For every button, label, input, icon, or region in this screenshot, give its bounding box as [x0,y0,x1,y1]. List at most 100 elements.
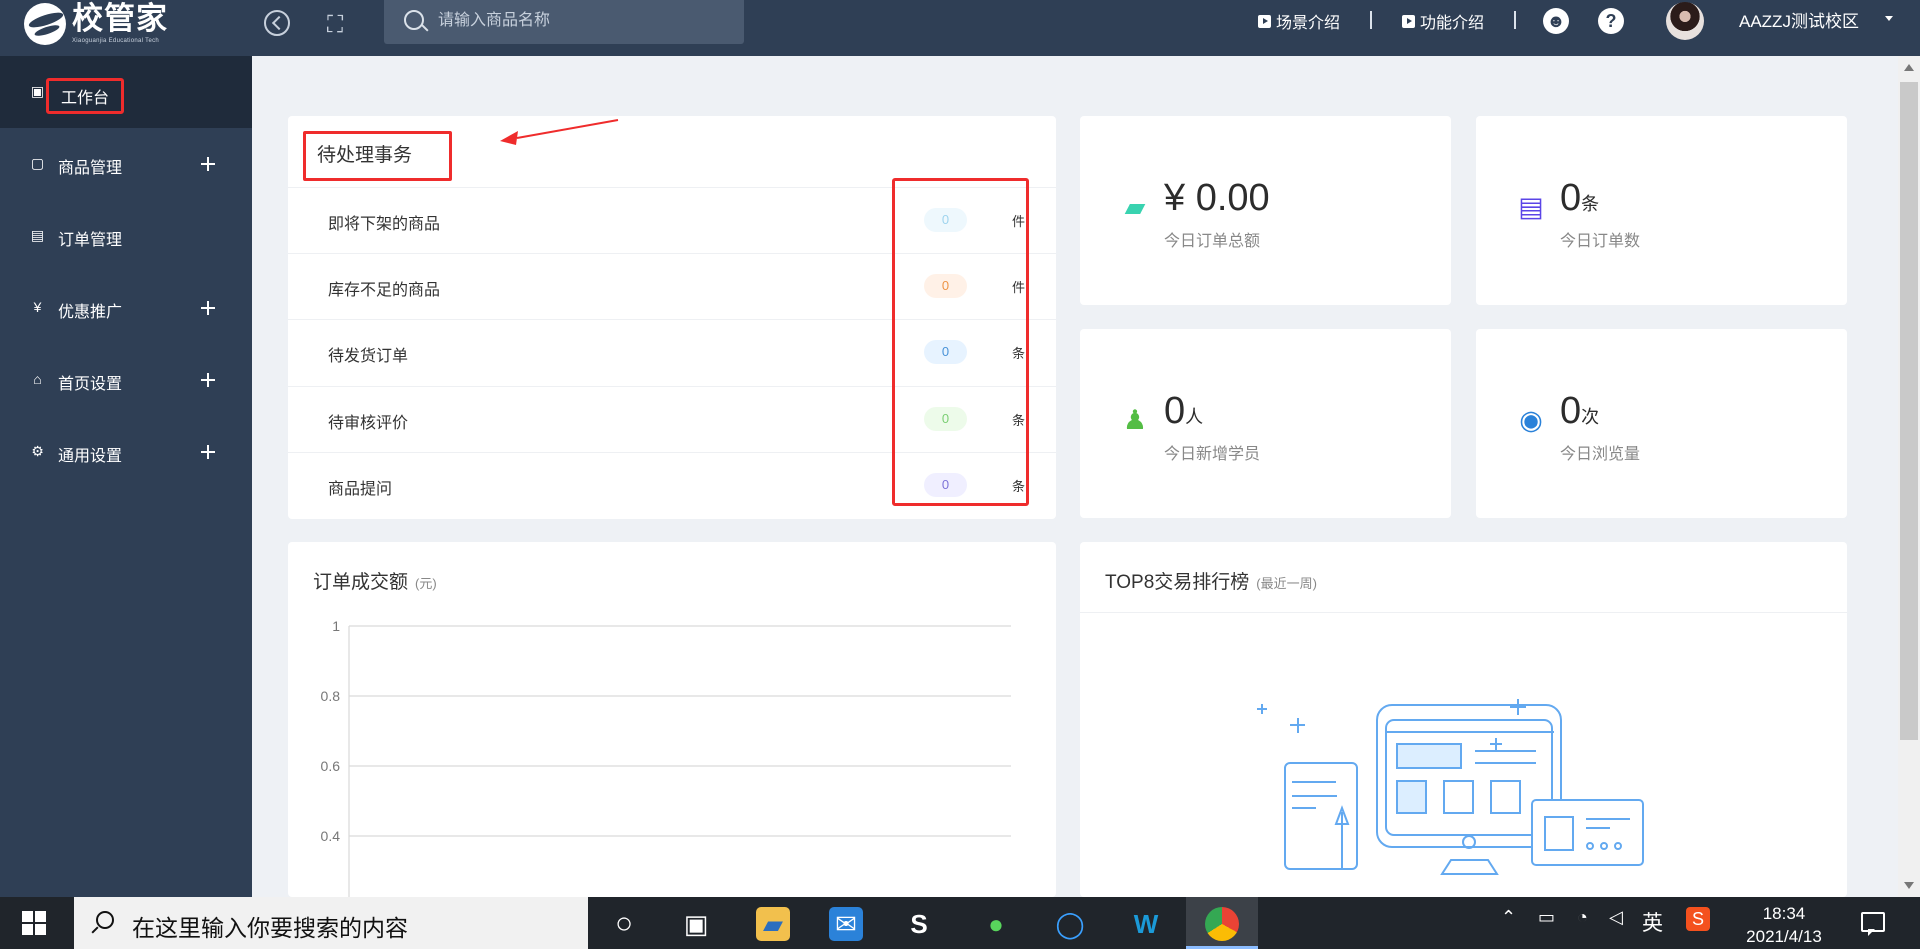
monitor-icon: ▣ [30,83,45,99]
task-view-circle-icon[interactable]: ○ [607,907,641,941]
today-order-total-label: 今日订单总额 [1164,233,1261,250]
order-amount-chart-card: 订单成交额 (元) 1 0.8 0.6 0.4 [288,542,1056,897]
sidebar-item-label: 通用设置 [58,448,123,465]
eye-icon: ◉ [1519,405,1543,435]
today-order-count-value: 0条 [1560,177,1600,219]
mail-icon[interactable]: ✉ [829,907,863,941]
wallet-icon: ▰ [1124,192,1146,222]
task-view-icon[interactable]: ▣ [679,907,713,941]
logo-title: 校管家 [72,1,168,37]
volume-icon[interactable]: ◁ [1609,907,1623,928]
app-s-icon[interactable]: S [902,907,936,941]
today-order-count-card[interactable]: ▤ 0条 今日订单数 [1476,116,1847,305]
top8-ranking-card: TOP8交易排行榜 (最近一周) [1080,542,1847,897]
sidebar-item-general-settings[interactable]: ⚙ 通用设置 [0,416,252,488]
sidebar-item-products[interactable]: ▢ 商品管理 [0,128,252,200]
today-order-total-value: ¥ 0.00 [1164,177,1270,219]
home-icon: ⌂ [33,371,42,387]
search-icon[interactable] [404,10,424,30]
windows-start-button[interactable] [22,911,47,936]
bag-icon: ▢ [30,155,45,171]
input-language[interactable]: 英 [1642,907,1663,937]
y-axis-tick-label: 0.4 [321,828,341,844]
windows-taskbar: 在这里输入你要搜索的内容 ○ ▣ ▰ ✉ S ● ◯ W ⌃ ▭ ◔ ◁ 英 S… [0,897,1920,949]
top-navigation-bar: 校管家 Xiaoguanjia Educational Tech ⛶ 场景介绍 … [0,0,1920,56]
gear-icon: ⚙ [31,443,44,459]
feature-intro-label: 功能介绍 [1420,15,1485,32]
plus-icon[interactable] [201,157,215,171]
pending-tasks-title: 待处理事务 [303,131,452,181]
sidebar-item-label: 优惠推广 [58,304,123,321]
pending-row-label: 待发货订单 [328,348,409,365]
sidebar-item-home-settings[interactable]: ⌂ 首页设置 [0,344,252,416]
document-icon: ▤ [30,227,45,243]
pending-count-highlight [892,178,1029,506]
chrome-active-taskbar-item[interactable] [1186,897,1258,949]
windows-search-placeholder: 在这里输入你要搜索的内容 [132,916,408,942]
system-clock[interactable]: 18:34 2021/4/13 [1729,902,1839,948]
coupon-icon: ¥ [33,299,42,315]
sidebar-item-label: 订单管理 [58,232,123,249]
today-new-students-value: 0人 [1164,390,1204,432]
sogou-input-icon[interactable]: S [1686,907,1710,931]
add-user-icon: ♟ [1122,405,1148,435]
product-search-box[interactable] [384,0,744,44]
today-order-count-label: 今日订单数 [1560,233,1641,250]
ranking-title-divider [1080,612,1847,613]
notification-center-icon[interactable] [1861,912,1885,936]
today-order-total-card[interactable]: ▰ ¥ 0.00 今日订单总额 [1080,116,1451,305]
pending-row-label: 即将下架的商品 [328,216,441,233]
header-divider [1370,11,1372,29]
scrollbar-thumb[interactable] [1900,82,1918,740]
header-divider [1514,11,1516,29]
video-play-icon [1258,14,1271,28]
sidebar-item-promotions[interactable]: ¥ 优惠推广 [0,272,252,344]
fullscreen-icon[interactable]: ⛶ [322,11,348,37]
clipboard-icon: ▤ [1518,192,1544,222]
annotation-arrow-icon [500,119,619,145]
sidebar-item-workbench[interactable]: ▣ 工作台 [0,56,252,128]
sidebar-item-orders[interactable]: ▤ 订单管理 [0,200,252,272]
windows-search-box[interactable]: 在这里输入你要搜索的内容 [74,897,588,949]
plus-icon[interactable] [201,301,215,315]
meeting-icon[interactable]: ◯ [1053,907,1087,941]
y-axis-tick-label: 1 [332,618,340,634]
scene-intro-label: 场景介绍 [1276,15,1341,32]
today-views-label: 今日浏览量 [1560,446,1641,463]
video-play-icon [1402,14,1415,28]
battery-icon[interactable]: ▭ [1538,907,1555,928]
today-views-card[interactable]: ◉ 0次 今日浏览量 [1476,329,1847,518]
sidebar: ▣ 工作台 ▢ 商品管理 ▤ 订单管理 ¥ 优惠推广 ⌂ 首页设置 ⚙ 通用设置 [0,56,252,897]
scroll-down-icon[interactable] [1904,882,1914,889]
tray-chevron-icon[interactable]: ⌃ [1501,907,1516,928]
file-explorer-icon[interactable]: ▰ [756,907,790,941]
pending-row-label: 库存不足的商品 [328,282,441,299]
scene-intro-link[interactable]: 场景介绍 [1258,9,1340,33]
chevron-down-icon[interactable] [1885,16,1893,21]
wechat-icon[interactable]: ● [979,907,1013,941]
feature-intro-link[interactable]: 功能介绍 [1402,9,1484,33]
wifi-icon[interactable]: ◔ [1577,907,1588,928]
help-icon[interactable]: ? [1598,8,1624,34]
word-icon[interactable]: W [1129,907,1163,941]
today-new-students-label: 今日新增学员 [1164,446,1261,463]
plus-icon[interactable] [201,445,215,459]
logo-mark-icon [24,3,66,45]
order-amount-line-chart: 1 0.8 0.6 0.4 [321,618,1011,897]
product-search-input[interactable] [438,7,728,35]
logo-subtitle: Xiaoguanjia Educational Tech [72,38,160,44]
customer-service-icon[interactable]: ☻ [1543,8,1569,34]
plus-icon[interactable] [201,373,215,387]
scroll-up-icon[interactable] [1904,64,1914,71]
user-avatar[interactable] [1666,2,1704,40]
sidebar-item-label: 工作台 [46,78,125,114]
campus-selector[interactable]: AAZZJ测试校区 [1739,7,1859,35]
clock-time: 18:34 [1762,904,1806,923]
chrome-icon [1205,907,1239,941]
today-new-students-card[interactable]: ♟ 0人 今日新增学员 [1080,329,1451,518]
collapse-sidebar-button[interactable] [264,10,290,36]
search-icon [96,911,114,929]
clock-date: 2021/4/13 [1746,927,1822,946]
pending-row-label: 待审核评价 [328,415,409,432]
school-manager-logo[interactable]: 校管家 Xiaoguanjia Educational Tech [24,2,168,46]
